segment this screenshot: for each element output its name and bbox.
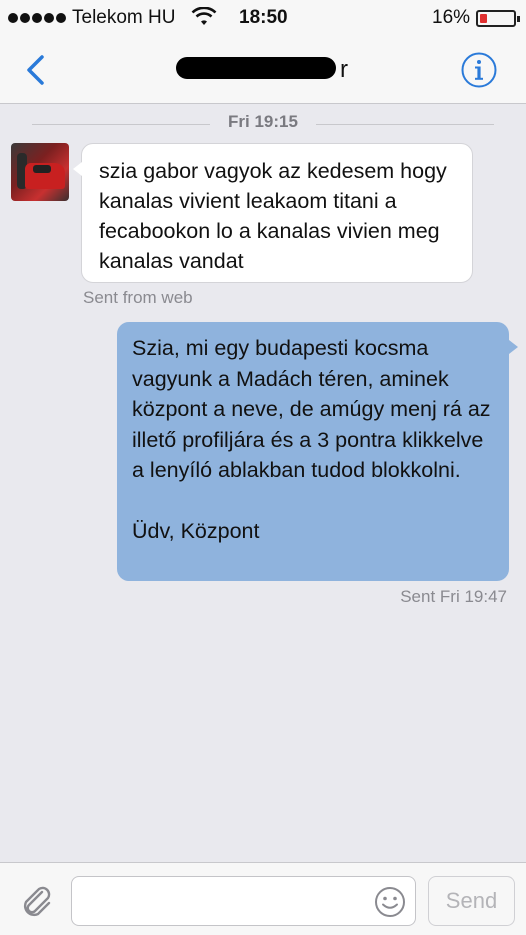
compose-bar: Send bbox=[0, 862, 526, 935]
message-input[interactable] bbox=[71, 876, 416, 926]
signal-strength-icon bbox=[8, 13, 66, 23]
paperclip-icon bbox=[23, 886, 51, 917]
navigation-bar: r bbox=[0, 36, 526, 104]
incoming-message-source: Sent from web bbox=[83, 288, 193, 307]
contact-name-visible-part: r bbox=[340, 56, 348, 83]
outgoing-message-bubble: Szia, mi egy budapesti kocsma vagyunk a … bbox=[117, 322, 518, 581]
timestamp-label: Fri 19:15 bbox=[218, 112, 308, 131]
status-bar: Telekom HU 18:50 16% bbox=[0, 0, 526, 36]
redaction-mark bbox=[176, 57, 336, 79]
outgoing-message-status: Sent Fri 19:47 bbox=[400, 587, 507, 606]
send-button[interactable]: Send bbox=[428, 876, 515, 926]
back-button[interactable] bbox=[20, 51, 54, 89]
battery-percent: 16% bbox=[432, 7, 471, 28]
info-circle-icon bbox=[461, 52, 497, 88]
chevron-left-icon bbox=[27, 55, 44, 85]
emoji-button[interactable] bbox=[374, 886, 406, 918]
clock: 18:50 bbox=[239, 7, 288, 28]
carrier-name: Telekom HU bbox=[72, 7, 176, 28]
contact-avatar[interactable] bbox=[11, 143, 69, 201]
conversation-timestamp: Fri 19:15 bbox=[0, 112, 526, 136]
incoming-message-bubble: szia gabor vagyok az kedesem hogy kanala… bbox=[73, 143, 473, 283]
info-button[interactable] bbox=[460, 51, 498, 89]
smiley-icon bbox=[375, 887, 405, 917]
attach-button[interactable] bbox=[18, 883, 56, 921]
wifi-icon bbox=[191, 6, 217, 33]
battery-icon bbox=[476, 10, 520, 27]
